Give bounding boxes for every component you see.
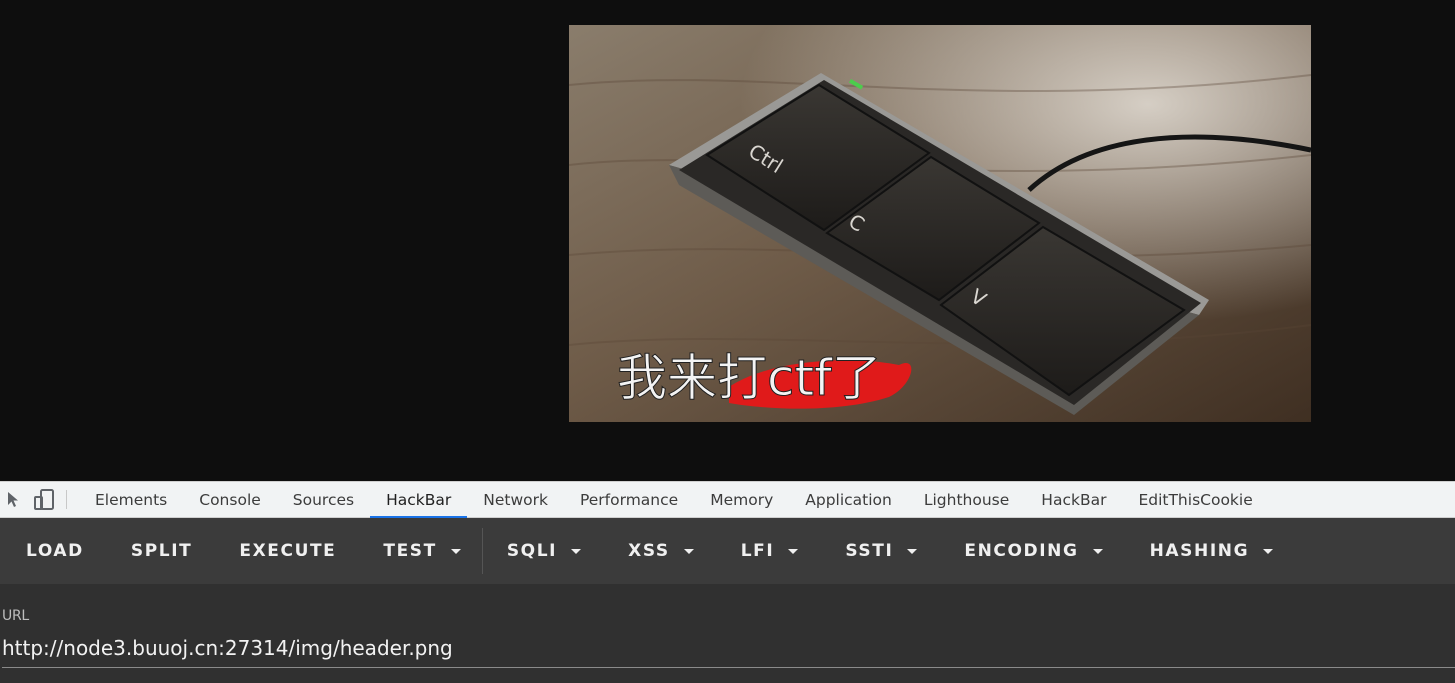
encoding-button-label: ENCODING bbox=[964, 541, 1079, 561]
hashing-button[interactable]: HASHING bbox=[1126, 518, 1297, 584]
hackbar-body: URL bbox=[0, 584, 1455, 683]
header-image: Ctrl C V 我来打ctf了 bbox=[569, 25, 1311, 422]
split-button-label: SPLIT bbox=[130, 541, 193, 561]
test-button-label: TEST bbox=[383, 541, 437, 561]
inspect-element-icon[interactable] bbox=[0, 482, 30, 517]
page-viewport: Ctrl C V 我来打ctf了 bbox=[0, 0, 1455, 480]
sqli-button-label: SQLI bbox=[506, 541, 558, 561]
tab-hackbar[interactable]: HackBar bbox=[1025, 482, 1122, 517]
tab-sources[interactable]: Sources bbox=[277, 482, 370, 517]
lfi-button-label: LFI bbox=[740, 541, 775, 561]
caret-down-icon bbox=[788, 548, 799, 554]
tab-network[interactable]: Network bbox=[467, 482, 564, 517]
caret-down-icon bbox=[571, 548, 582, 554]
url-label: URL bbox=[2, 608, 29, 624]
tab-console[interactable]: Console bbox=[183, 482, 277, 517]
load-button[interactable]: LOAD bbox=[0, 518, 107, 584]
tab-application[interactable]: Application bbox=[789, 482, 908, 517]
tab-memory[interactable]: Memory bbox=[694, 482, 789, 517]
sqli-button[interactable]: SQLI bbox=[483, 518, 604, 584]
encoding-button[interactable]: ENCODING bbox=[940, 518, 1125, 584]
caret-down-icon bbox=[450, 548, 461, 554]
devtools-tab-bar: Elements Console Sources HackBar Network Perf… bbox=[0, 481, 1455, 518]
split-button[interactable]: SPLIT bbox=[107, 518, 215, 584]
tab-hackbar[interactable]: HackBar bbox=[370, 482, 468, 518]
devtools-tabs: Elements Console Sources HackBar Network Perf… bbox=[79, 482, 1269, 518]
caret-down-icon bbox=[907, 548, 918, 554]
caret-down-icon bbox=[683, 548, 694, 554]
device-toolbar-icon[interactable] bbox=[30, 482, 60, 517]
execute-button-label: EXECUTE bbox=[239, 541, 337, 561]
caret-down-icon bbox=[1092, 548, 1103, 554]
tab-performance[interactable]: Performance bbox=[564, 482, 694, 517]
ssti-button[interactable]: SSTI bbox=[821, 518, 940, 584]
tab-lighthouse[interactable]: Lighthouse bbox=[908, 482, 1025, 517]
ssti-button-label: SSTI bbox=[845, 541, 894, 561]
load-button-label: LOAD bbox=[26, 541, 84, 561]
tab-editthiscookie[interactable]: EditThisCookie bbox=[1122, 482, 1268, 517]
url-input[interactable] bbox=[2, 628, 1455, 668]
execute-button[interactable]: EXECUTE bbox=[215, 518, 359, 584]
caret-down-icon bbox=[1263, 548, 1274, 554]
image-caption: 我来打ctf了 bbox=[617, 349, 882, 407]
hashing-button-label: HASHING bbox=[1149, 541, 1250, 561]
toolbar-divider bbox=[66, 490, 67, 509]
tab-elements[interactable]: Elements bbox=[79, 482, 183, 517]
test-button[interactable]: TEST bbox=[359, 518, 483, 584]
lfi-button[interactable]: LFI bbox=[717, 518, 822, 584]
hackbar-toolbar: LOAD SPLIT EXECUTE TEST SQLI XSS LFI SSTI ENCODI… bbox=[0, 518, 1455, 584]
xss-button-label: XSS bbox=[628, 541, 670, 561]
xss-button[interactable]: XSS bbox=[604, 518, 717, 584]
